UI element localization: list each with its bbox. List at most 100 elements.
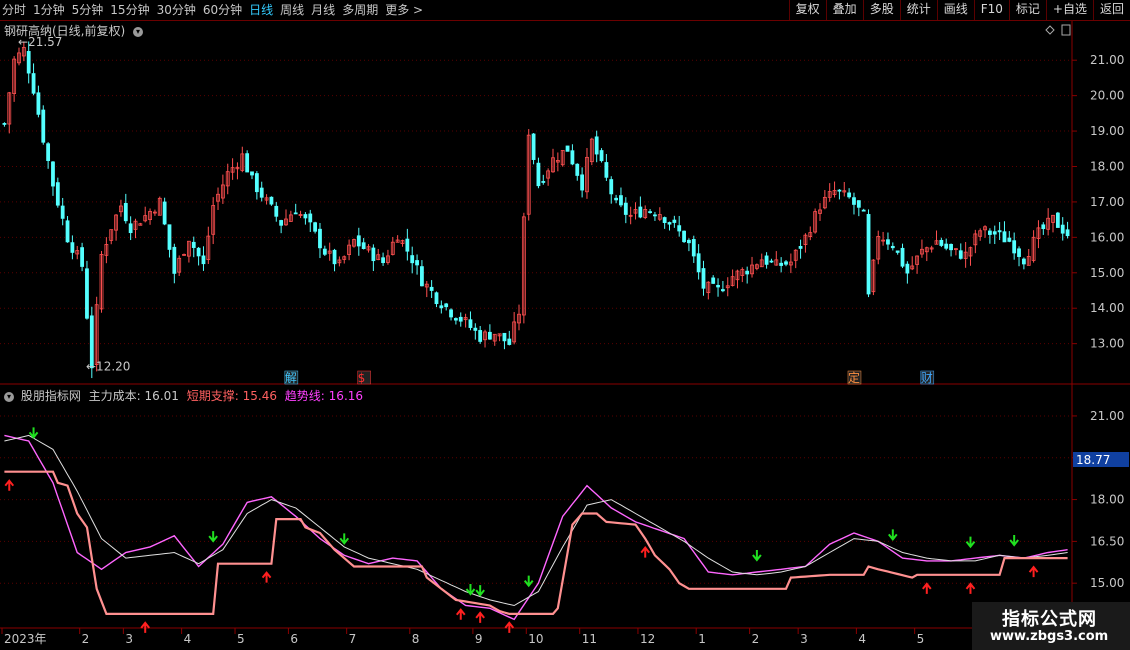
candle-body [191,241,196,248]
candle-body [201,255,206,265]
candle-body [245,153,250,173]
candle-body [638,206,643,218]
candle-body [303,214,308,219]
candle-body [405,238,410,252]
event-marker-0: 解 [285,371,297,385]
candle-body [687,239,691,244]
candle-body [711,277,716,284]
candle-body [468,319,473,328]
candle-body [1041,224,1046,230]
candle-body [662,217,667,224]
candle-body [250,171,254,176]
candle-body [322,248,327,255]
candle-body [51,161,55,187]
candle-body [473,327,478,331]
candle-body [36,92,41,115]
candle-body [172,246,177,274]
candle-body [764,255,769,265]
candle-body [429,286,434,291]
candle-body [541,181,546,183]
candle-body [487,331,492,340]
candle-body [1017,248,1021,257]
up-arrow-icon [140,621,150,633]
candle-body [1065,229,1070,237]
candle-body [167,224,172,250]
candle-body [162,201,167,225]
candle-body [478,330,483,342]
candle-body [939,239,944,246]
time-axis-label: 11 [582,632,597,646]
down-arrow-icon [339,533,350,545]
candle-body [905,263,910,274]
down-arrow-icon [523,575,534,588]
candle-body [677,225,682,232]
main-y-tick-label: 16.00 [1090,230,1124,244]
candle-body [672,219,677,223]
candle-body [531,133,536,160]
up-arrow-icon [475,611,485,623]
candle-body [852,197,856,205]
candle-body [1021,258,1026,265]
candle-body [1012,240,1017,254]
candle-body [507,338,512,345]
candle-body [55,182,60,206]
candle-body [866,214,871,295]
candle-body [997,230,1002,233]
down-arrow-icon [28,427,39,439]
candle-body [313,222,318,232]
main-y-tick-label: 19.00 [1090,124,1124,138]
candle-body [682,230,686,243]
candle-body [332,249,337,265]
candle-body [361,242,366,250]
candle-body [60,205,65,219]
candle-body [41,109,46,143]
candle-body [599,150,604,162]
time-axis-label: 3 [125,632,133,646]
time-axis-label: 4 [858,632,866,646]
candle-body [410,255,415,264]
main-y-tick-label: 13.00 [1090,337,1124,351]
candle-body [847,192,852,198]
candle-body [623,202,628,215]
candle-body [2,123,7,125]
candle-body [988,230,992,235]
candle-body [653,214,657,217]
candle-body [701,268,706,289]
candle-body [308,213,313,223]
candle-body [254,173,259,193]
event-marker-3: 财 [921,371,933,385]
candle-body [458,316,463,322]
candle-body [453,318,458,321]
chart-canvas[interactable]: 13.00 14.00 15.00 16.00 17.00 18.00 19.00 20.00… [0,0,1130,650]
candle-body [444,303,449,308]
candle-body [856,200,861,208]
candle-body [279,220,284,226]
up-arrow-icon [1028,565,1039,578]
up-arrow-icon [640,545,651,558]
candle-body [944,243,949,249]
time-axis-label: 8 [412,632,420,646]
candle-body [958,250,963,259]
ind-y-tick-label: 18.00 [1090,493,1124,507]
ind-y-tick-label: 16.50 [1090,534,1124,548]
time-axis-label: 2 [752,632,760,646]
up-arrow-icon [965,582,976,594]
candle-body [769,260,774,263]
time-axis-label: 2023年 [4,632,47,646]
candle-body [415,260,419,266]
event-marker-1: $ [358,371,366,385]
candle-body [721,289,725,292]
candle-body [274,205,279,217]
low-price-label: ←12.20 [86,360,130,374]
down-arrow-icon [965,536,976,549]
time-axis-label: 5 [237,632,245,646]
candle-body [123,203,128,222]
up-arrow-icon [455,608,466,620]
candle-body [502,332,507,342]
watermark-logo: 指标公式网 www.zbgs3.com [972,602,1130,650]
candle-body [949,243,953,251]
candle-body [745,270,750,275]
candle-body [609,179,614,195]
event-marker-2: 定 [848,370,860,385]
candle-body [31,73,36,94]
